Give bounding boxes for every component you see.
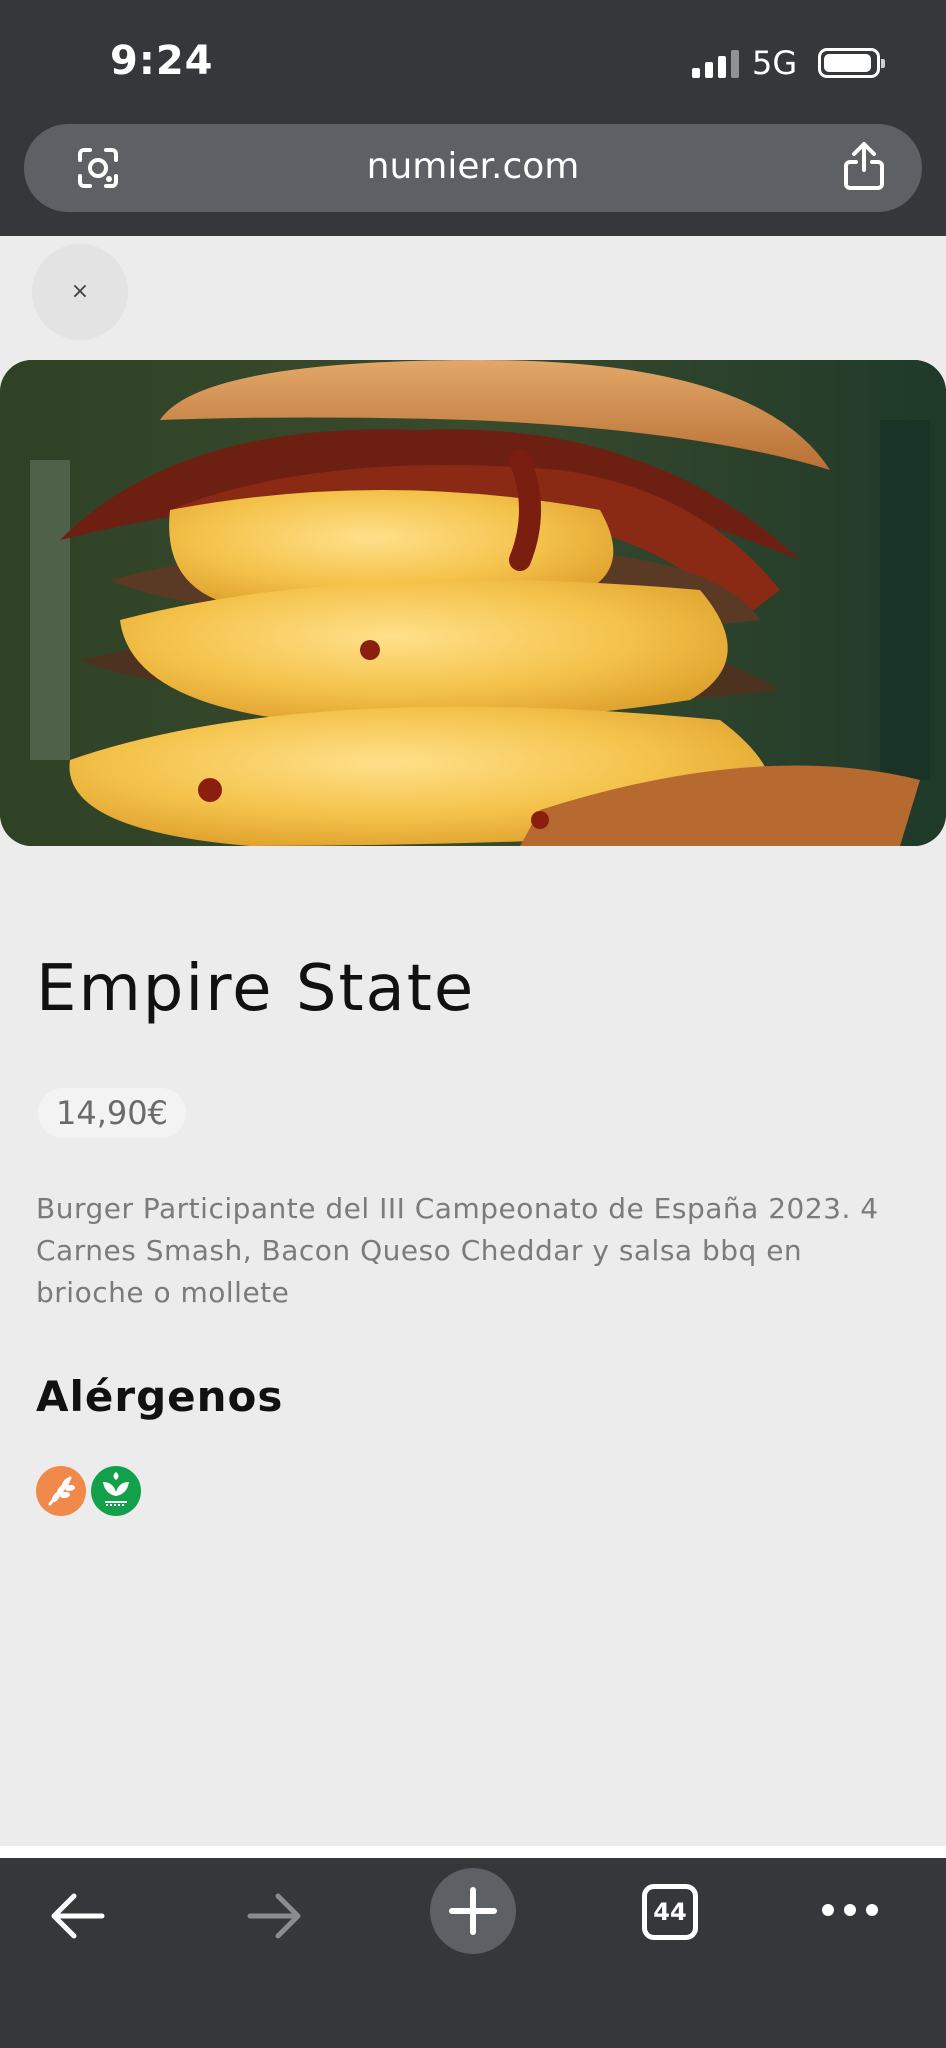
gluten-wheat-icon — [36, 1466, 86, 1516]
page-divider — [0, 1846, 946, 1858]
url-text[interactable]: numier.com — [24, 146, 922, 187]
signal-strength-icon — [692, 50, 740, 78]
tabs-counter-icon[interactable]: 44 — [642, 1884, 698, 1940]
product-price: 14,90€ — [38, 1088, 186, 1138]
new-tab-plus-icon[interactable] — [430, 1868, 516, 1954]
close-button[interactable]: × — [32, 244, 128, 340]
back-arrow-icon[interactable] — [46, 1886, 108, 1946]
browser-top-bar: 9:24 5G numier.com — [0, 0, 946, 236]
browser-bottom-toolbar: 44 — [0, 1858, 946, 2048]
product-image — [0, 360, 946, 846]
more-dots-icon[interactable] — [820, 1900, 880, 1920]
share-icon[interactable] — [840, 140, 888, 192]
url-bar[interactable]: numier.com — [24, 124, 922, 212]
burger-photo — [0, 360, 946, 846]
soy-icon — [91, 1466, 141, 1516]
network-type: 5G — [752, 44, 798, 82]
forward-arrow-icon[interactable] — [244, 1886, 306, 1946]
product-description: Burger Participante del III Campeonato d… — [36, 1192, 879, 1309]
status-time: 9:24 — [110, 38, 214, 84]
allergens-title: Alérgenos — [36, 1372, 284, 1421]
product-title: Empire State — [36, 952, 476, 1026]
battery-icon — [818, 48, 885, 78]
